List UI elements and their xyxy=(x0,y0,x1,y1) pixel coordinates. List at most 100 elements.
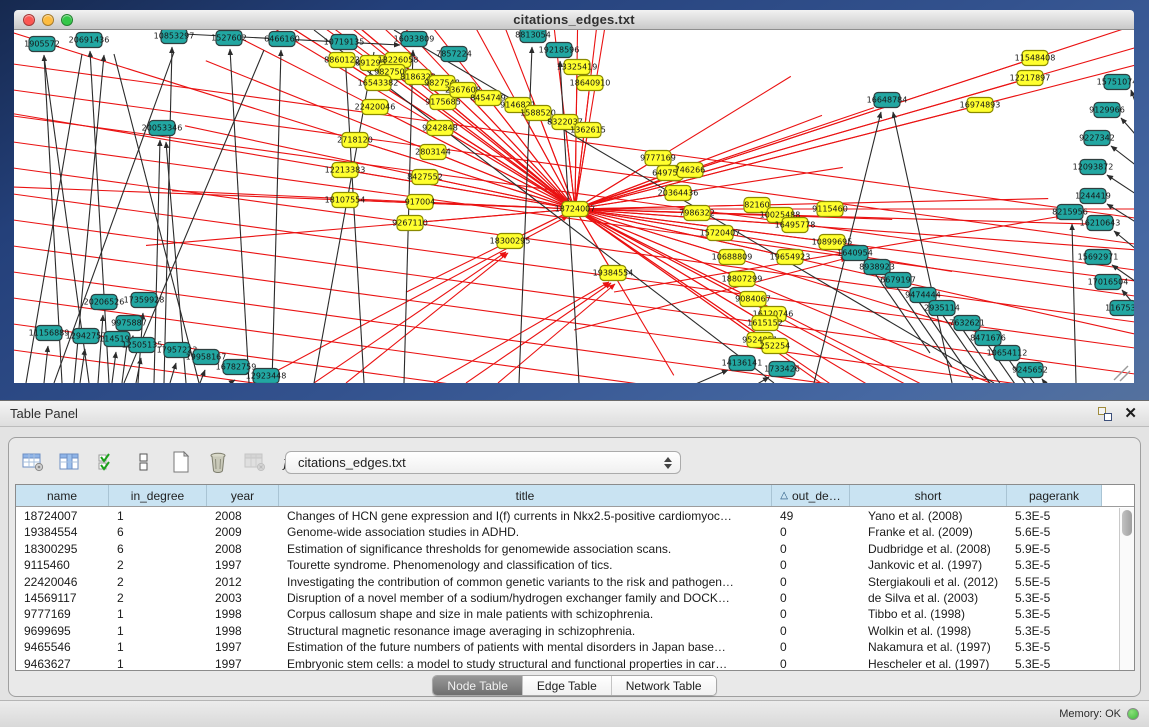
row-height-icon[interactable] xyxy=(132,450,156,474)
network-window-titlebar[interactable]: citations_edges.txt xyxy=(14,10,1134,30)
network-node[interactable]: 12217897 xyxy=(1010,71,1051,86)
column-header-pagerank[interactable]: pagerank xyxy=(1007,485,1102,506)
network-node[interactable]: 20364436 xyxy=(658,186,699,201)
network-node[interactable]: 16033809 xyxy=(394,32,435,47)
network-node[interactable]: 20053346 xyxy=(142,121,183,136)
network-node[interactable]: 7857224 xyxy=(436,47,472,62)
network-node[interactable]: 9777169 xyxy=(640,151,676,166)
cell-outdeg: 0 xyxy=(772,656,850,671)
network-node[interactable]: 20206526 xyxy=(84,295,125,310)
network-node[interactable]: 917004 xyxy=(405,195,436,210)
network-node[interactable]: 16495778 xyxy=(775,218,816,233)
network-node[interactable]: 14136141 xyxy=(722,356,763,371)
table-row[interactable]: 1872400712008Changes of HCN gene express… xyxy=(16,508,1119,524)
network-node[interactable]: 19218596 xyxy=(539,43,580,58)
network-node[interactable]: 10688809 xyxy=(712,250,753,265)
network-node[interactable]: 11156889 xyxy=(29,326,70,341)
network-node[interactable]: 1640954 xyxy=(837,246,873,261)
network-node[interactable]: 6466160 xyxy=(264,32,300,47)
network-node[interactable]: 19654923 xyxy=(770,250,811,265)
svg-text:18640910: 18640910 xyxy=(570,79,611,88)
table-row[interactable]: 2242004622012Investigating the contribut… xyxy=(16,574,1119,590)
svg-text:8215956: 8215956 xyxy=(1052,208,1088,217)
network-node[interactable]: 12093872 xyxy=(1073,160,1114,175)
network-node[interactable]: 2718120 xyxy=(337,133,373,148)
scrollbar-thumb[interactable] xyxy=(1122,510,1132,536)
network-node[interactable]: 8471676 xyxy=(970,331,1006,346)
network-node[interactable]: 1244419 xyxy=(1075,189,1111,204)
network-node[interactable]: 16648784 xyxy=(867,93,908,108)
table-row[interactable]: 977716911998Corpus callosum shape and si… xyxy=(16,606,1119,622)
network-node[interactable]: 1615152 xyxy=(747,316,783,331)
network-node[interactable]: 2803144 xyxy=(415,145,451,160)
network-node[interactable]: 16210643 xyxy=(1080,216,1121,231)
column-header-out_de[interactable]: △out_de… xyxy=(772,485,850,506)
network-node[interactable]: 1733426 xyxy=(764,362,800,377)
network-node[interactable]: 7632621 xyxy=(949,316,985,331)
network-node[interactable]: 8427552 xyxy=(407,170,443,185)
tab-edge-table[interactable]: Edge Table xyxy=(523,676,612,695)
network-node[interactable]: 746266 xyxy=(675,163,706,178)
float-panel-icon[interactable] xyxy=(1098,407,1112,421)
network-node[interactable]: 8813054 xyxy=(515,30,551,43)
network-node[interactable]: 7986322 xyxy=(679,206,715,221)
network-node[interactable]: 2935114 xyxy=(924,301,960,316)
network-node[interactable]: 1905572 xyxy=(24,37,60,52)
column-header-name[interactable]: name xyxy=(16,485,109,506)
network-node[interactable]: 18807299 xyxy=(722,272,763,287)
tab-node-table[interactable]: Node Table xyxy=(433,676,523,695)
table-settings-icon[interactable] xyxy=(21,450,45,474)
network-node[interactable]: 18640910 xyxy=(570,76,611,91)
network-node[interactable]: 20691436 xyxy=(69,33,110,48)
network-node[interactable]: 6679197 xyxy=(880,273,916,288)
network-node[interactable]: 9245652 xyxy=(1012,363,1048,378)
select-all-columns-icon[interactable] xyxy=(95,450,119,474)
network-node[interactable]: 9975887 xyxy=(111,316,147,331)
network-node[interactable]: 1362615 xyxy=(570,123,606,138)
table-row[interactable]: 1456911722003Disruption of a novel membe… xyxy=(16,590,1119,606)
close-panel-icon[interactable]: ✕ xyxy=(1124,407,1137,421)
tab-network-table[interactable]: Network Table xyxy=(612,676,716,695)
network-node[interactable]: 18724007 xyxy=(555,202,596,217)
minimize-window-icon[interactable] xyxy=(42,14,54,26)
table-selector-dropdown[interactable]: citations_edges.txt xyxy=(285,451,681,474)
network-node[interactable]: 9084067 xyxy=(735,292,771,307)
column-header-title[interactable]: title xyxy=(279,485,772,506)
network-node[interactable]: 16543382 xyxy=(358,76,399,91)
table-row[interactable]: 946362711997Embryonic stem cells: a mode… xyxy=(16,656,1119,671)
network-node[interactable]: 12213383 xyxy=(325,163,366,178)
network-canvas[interactable]: 1872400718300295193845548860123891295518… xyxy=(14,30,1134,383)
column-header-year[interactable]: year xyxy=(207,485,279,506)
table-row[interactable]: 911546021997Tourette syndrome. Phenomeno… xyxy=(16,557,1119,573)
column-header-short[interactable]: short xyxy=(850,485,1007,506)
table-row[interactable]: 1830029562008Estimation of significance … xyxy=(16,541,1119,557)
table-scrollbar[interactable] xyxy=(1119,508,1134,670)
table-row[interactable]: 969969511998Structural magnetic resonanc… xyxy=(16,623,1119,639)
delete-rows-icon[interactable] xyxy=(206,450,230,474)
network-node[interactable]: 252254 xyxy=(760,339,791,354)
network-node[interactable]: 9115460 xyxy=(812,202,848,217)
network-node[interactable]: 9227342 xyxy=(1079,131,1115,146)
network-node[interactable]: 8215956 xyxy=(1052,205,1088,220)
network-node[interactable]: 1527602 xyxy=(211,31,247,46)
column-header-in_degree[interactable]: in_degree xyxy=(109,485,207,506)
network-node[interactable]: 16974893 xyxy=(960,98,1001,113)
network-node[interactable]: 17016504 xyxy=(1088,275,1129,290)
zoom-window-icon[interactable] xyxy=(61,14,73,26)
network-node[interactable]: 9267110 xyxy=(392,216,428,231)
network-node[interactable]: 17359928 xyxy=(124,293,165,308)
close-window-icon[interactable] xyxy=(23,14,35,26)
network-node[interactable]: 9129966 xyxy=(1089,103,1125,118)
cell-year: 2008 xyxy=(207,541,279,557)
table-row[interactable]: 946554611997Estimation of the future num… xyxy=(16,639,1119,655)
network-node[interactable]: 9242848 xyxy=(422,121,458,136)
network-node[interactable]: 15692971 xyxy=(1078,250,1119,265)
new-table-icon[interactable] xyxy=(169,450,193,474)
network-node[interactable]: 1167533 xyxy=(1105,301,1134,316)
table-row[interactable]: 1938455462009Genome-wide association stu… xyxy=(16,524,1119,540)
network-node[interactable]: 10853297 xyxy=(154,30,195,44)
network-node[interactable]: 15751074 xyxy=(1097,75,1134,90)
network-node[interactable]: 18107554 xyxy=(325,193,366,208)
network-node[interactable]: 12923448 xyxy=(246,369,287,384)
show-columns-icon[interactable] xyxy=(58,450,82,474)
